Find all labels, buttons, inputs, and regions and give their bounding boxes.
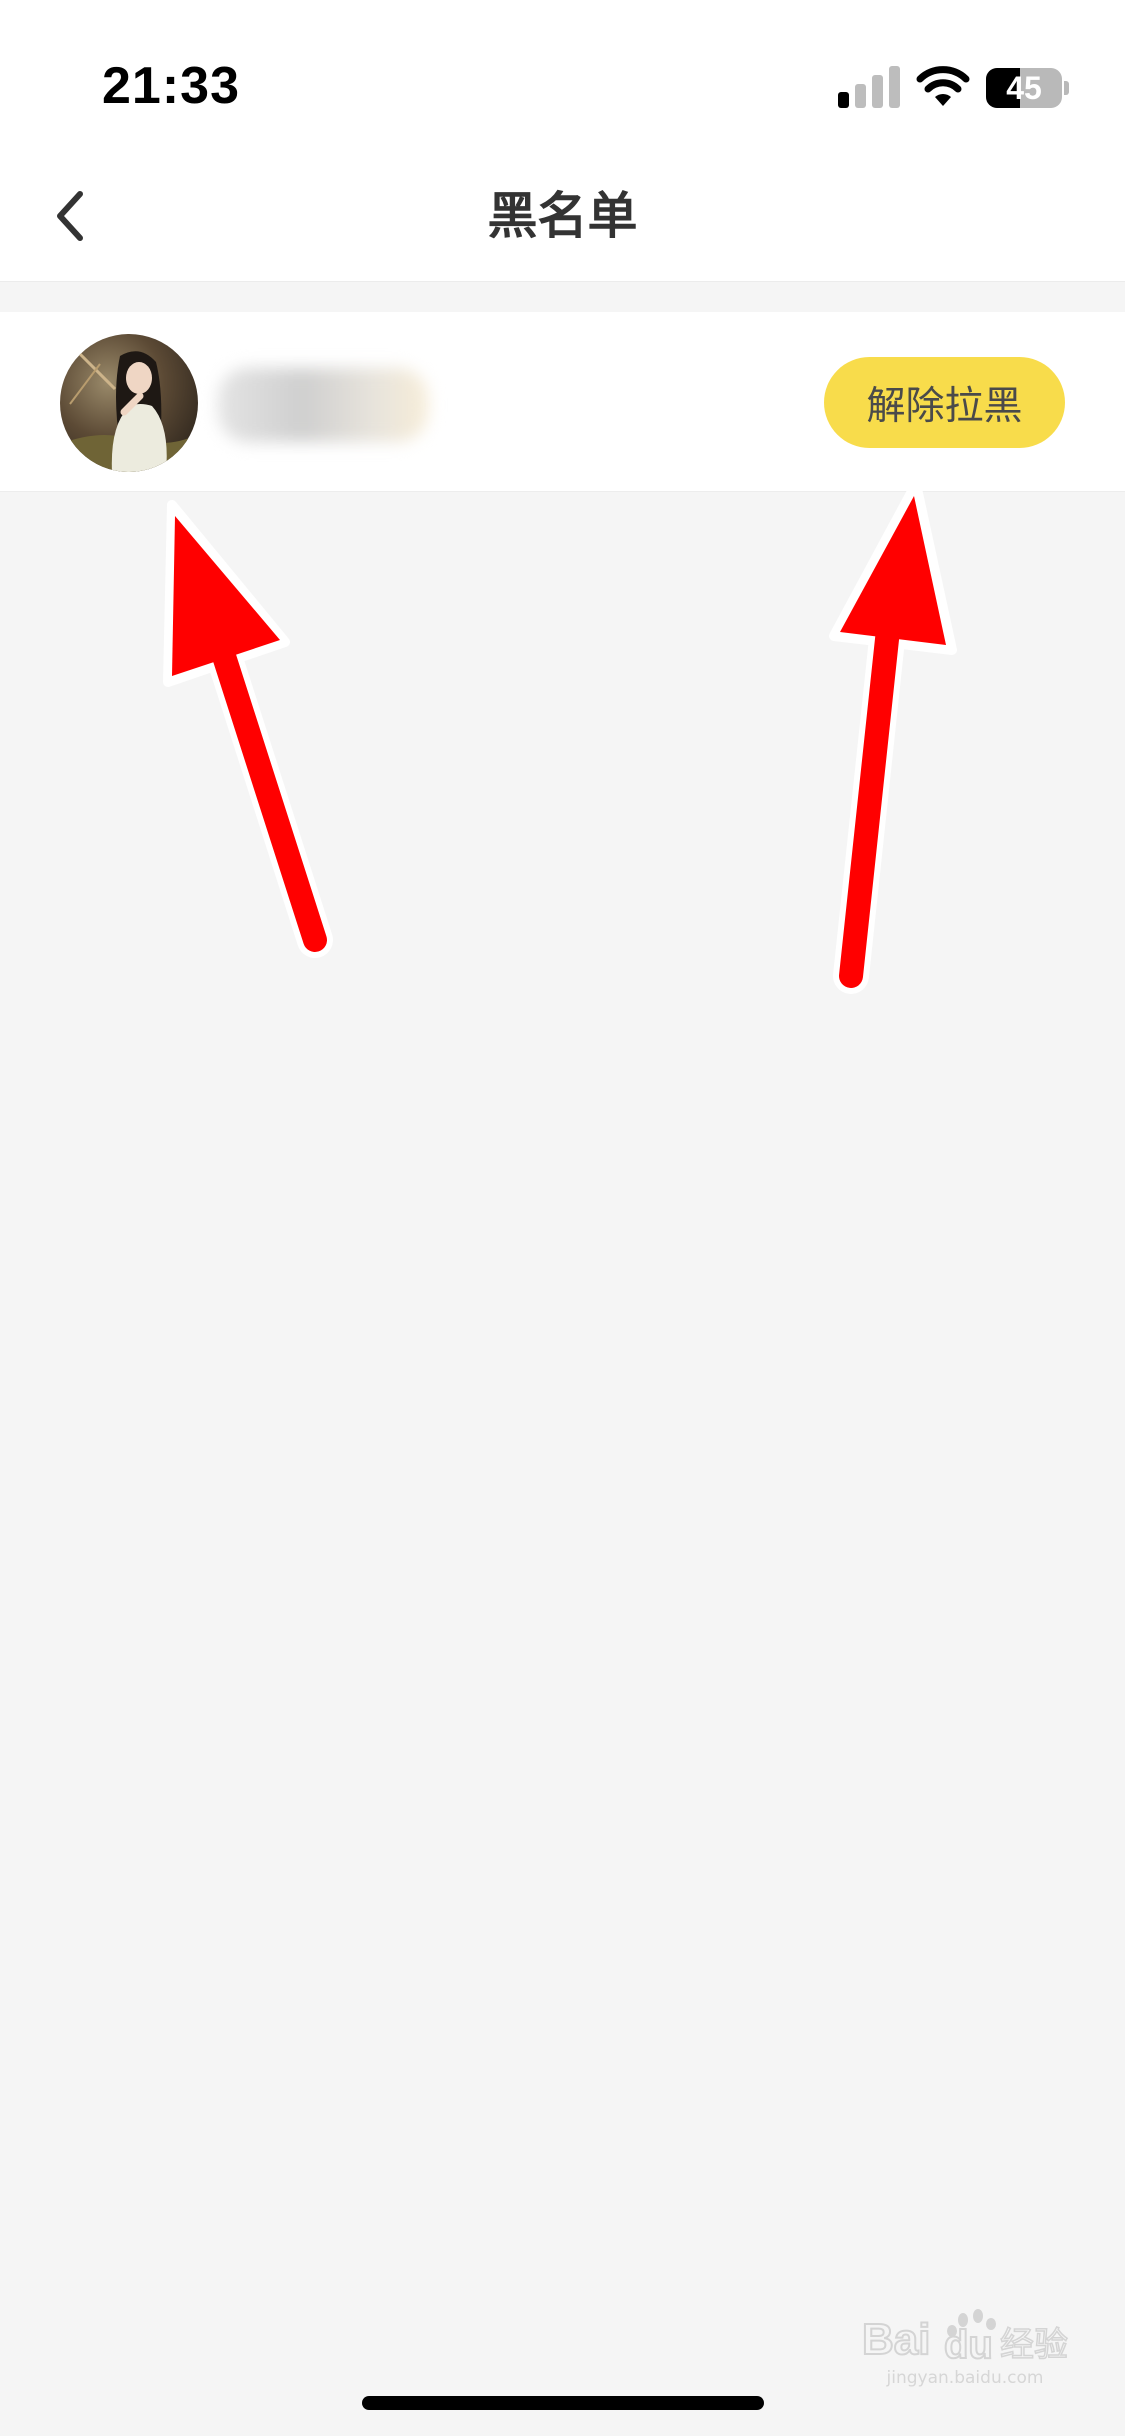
baidu-logo: Bai du 经验 [861, 2309, 1069, 2368]
status-time: 21:33 [102, 57, 240, 115]
battery-cap [1064, 81, 1069, 95]
svg-text:Bai: Bai [862, 2315, 930, 2364]
battery-icon: 45 [986, 68, 1069, 108]
avatar-photo [60, 334, 198, 472]
cellular-signal-icon [838, 66, 900, 108]
battery-level: 45 [1006, 70, 1042, 106]
annotation-arrow-right [829, 479, 957, 994]
nav-bar: 黑名单 [0, 150, 1125, 282]
unblock-button[interactable]: 解除拉黑 [824, 357, 1065, 448]
back-button[interactable] [30, 176, 110, 256]
svg-text:经验: 经验 [1000, 2325, 1068, 2365]
username [218, 368, 428, 442]
svg-text:du: du [944, 2323, 993, 2367]
watermark: Bai du 经验 jingyan.baidu.com [860, 2306, 1070, 2388]
watermark-text: jingyan.baidu.com [886, 2368, 1044, 2388]
status-bar: 21:33 45 [0, 0, 1125, 150]
wifi-icon [916, 66, 970, 106]
page-title: 黑名单 [487, 187, 638, 245]
chevron-left-icon [57, 191, 83, 241]
annotation-arrow-left [163, 500, 333, 958]
blacklist: 解除拉黑 [0, 312, 1125, 492]
blacklist-row: 解除拉黑 [0, 312, 1125, 492]
avatar[interactable] [60, 334, 198, 472]
home-indicator[interactable] [362, 2396, 764, 2410]
screen: 21:33 45 黑名单 解除拉黑 Bai du 经验 jingyan.baid… [0, 0, 1125, 2436]
